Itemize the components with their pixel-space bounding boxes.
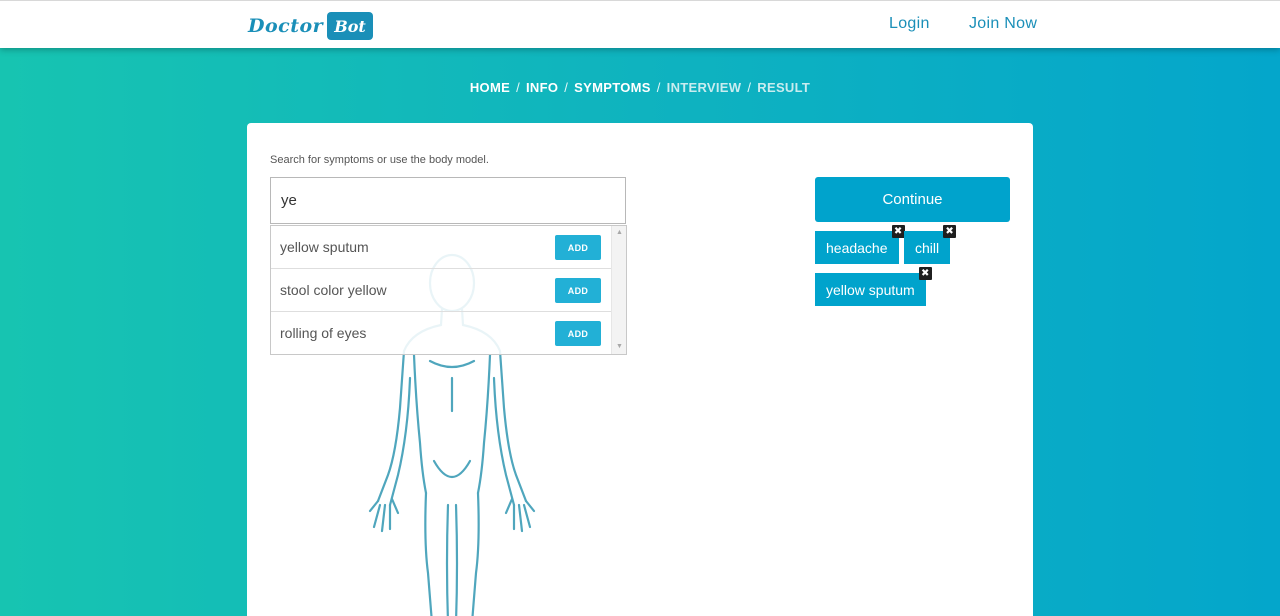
- arrow-up-icon[interactable]: ▲: [612, 226, 627, 240]
- breadcrumb-separator: /: [516, 80, 520, 95]
- symptom-tag: yellow sputum ✖: [815, 267, 932, 306]
- suggestion-item[interactable]: stool color yellow ADD: [271, 269, 611, 312]
- symptom-tag-label: headache: [826, 239, 888, 256]
- breadcrumb-result: RESULT: [757, 80, 811, 95]
- symptom-tag: chill ✖: [904, 225, 957, 264]
- suggestion-item[interactable]: yellow sputum ADD: [271, 226, 611, 269]
- breadcrumb-separator: /: [747, 80, 752, 95]
- suggestion-text: yellow sputum: [280, 239, 369, 255]
- join-now-link[interactable]: Join Now: [969, 15, 1037, 33]
- breadcrumb-home[interactable]: HOME: [470, 80, 510, 95]
- add-suggestion-button[interactable]: ADD: [555, 235, 601, 260]
- logo-word-doctor: Doctor: [248, 15, 324, 37]
- body-left-hand[interactable]: [368, 497, 400, 533]
- symptom-tag-label: yellow sputum: [826, 281, 915, 298]
- close-icon[interactable]: ✖: [891, 225, 905, 238]
- add-suggestion-button[interactable]: ADD: [555, 278, 601, 303]
- breadcrumb-info[interactable]: INFO: [526, 80, 558, 95]
- breadcrumb-interview: INTERVIEW: [666, 80, 742, 95]
- continue-button[interactable]: Continue: [815, 177, 1010, 222]
- symptoms-card: Search for symptoms or use the body mode…: [247, 123, 1033, 616]
- breadcrumb: HOME / INFO / SYMPTOMS / INTERVIEW / RESULT: [0, 80, 1280, 95]
- add-suggestion-button[interactable]: ADD: [555, 321, 601, 346]
- suggestion-text: rolling of eyes: [280, 325, 367, 341]
- symptom-tag: headache ✖: [815, 225, 905, 264]
- suggestion-dropdown: yellow sputum ADD stool color yellow ADD…: [270, 225, 627, 355]
- body-right-hand[interactable]: [504, 497, 536, 533]
- breadcrumb-separator: /: [564, 80, 569, 95]
- dropdown-scrollbar[interactable]: ▲ ▼: [611, 226, 626, 354]
- top-navbar: Doctor Bot Login Join Now: [0, 0, 1280, 48]
- symptom-search-input[interactable]: [270, 177, 626, 224]
- body-legs[interactable]: [424, 491, 480, 616]
- close-icon[interactable]: ✖: [943, 225, 957, 238]
- suggestion-text: stool color yellow: [280, 282, 387, 298]
- breadcrumb-separator: /: [656, 80, 661, 95]
- close-icon[interactable]: ✖: [918, 267, 932, 280]
- body-torso[interactable]: [412, 353, 492, 495]
- suggestion-item[interactable]: rolling of eyes ADD: [271, 312, 611, 355]
- logo[interactable]: Doctor Bot: [248, 11, 373, 41]
- breadcrumb-symptoms[interactable]: SYMPTOMS: [574, 80, 651, 95]
- symptom-tag-label: chill: [915, 239, 940, 256]
- arrow-down-icon[interactable]: ▼: [612, 340, 627, 354]
- search-label: Search for symptoms or use the body mode…: [270, 154, 489, 166]
- logo-word-bot: Bot: [327, 12, 373, 40]
- login-link[interactable]: Login: [889, 15, 930, 33]
